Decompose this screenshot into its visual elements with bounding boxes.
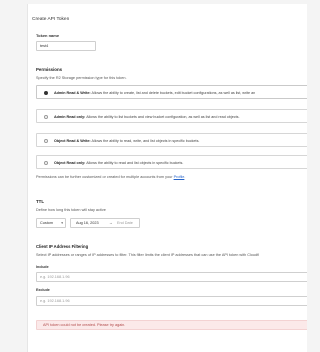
create-token-form: Create API Token Token name test4 Permis… bbox=[27, 4, 307, 352]
permissions-title: Permissions bbox=[36, 67, 63, 72]
include-ip-input[interactable]: e.g. 192.168.1.96 bbox=[36, 272, 307, 282]
ttl-title: TTL bbox=[36, 199, 45, 204]
ttl-description: Define how long this token will stay act… bbox=[36, 208, 106, 212]
chevron-down-icon: ▾ bbox=[61, 221, 63, 225]
permissions-footer-period: . bbox=[184, 175, 186, 179]
permission-option-text: Allows the ability to list buckets and v… bbox=[86, 114, 240, 119]
permission-option-text: Allows the ability to read and list obje… bbox=[86, 160, 184, 165]
permission-option-admin-read-write[interactable]: Admin Read & Write: Allows the ability t… bbox=[36, 85, 307, 99]
token-name-input[interactable]: test4 bbox=[36, 41, 96, 51]
radio-selected-icon[interactable] bbox=[44, 91, 48, 95]
ip-filter-description: Select IP addresses or ranges of IP addr… bbox=[36, 253, 260, 257]
permission-option-text: Allows the ability to create, list and d… bbox=[91, 90, 256, 95]
radio-icon[interactable] bbox=[44, 115, 48, 119]
page-title: Create API Token bbox=[32, 17, 70, 22]
ip-filter-title: Client IP Address Filtering bbox=[36, 244, 89, 249]
error-alert: API token could not be created. Please t… bbox=[36, 320, 307, 330]
include-label: Include bbox=[36, 265, 49, 269]
permissions-footer-text: Permissions can be further customized or… bbox=[36, 175, 173, 179]
permission-option-text: Allows the ability to read, write, and l… bbox=[91, 138, 200, 143]
permission-option-name: Object Read & Write: bbox=[54, 138, 91, 143]
permission-option-object-read-only[interactable]: Object Read only: Allows the ability to … bbox=[36, 155, 307, 169]
ttl-select-value: Custom bbox=[40, 221, 54, 225]
exclude-label: Exclude bbox=[36, 288, 50, 292]
radio-icon[interactable] bbox=[44, 139, 48, 143]
end-date-input[interactable]: End Date bbox=[117, 219, 133, 227]
permissions-footer: Permissions can be further customized or… bbox=[36, 175, 185, 179]
permission-option-object-read-write[interactable]: Object Read & Write: Allows the ability … bbox=[36, 133, 307, 147]
token-name-label: Token name bbox=[36, 33, 60, 38]
arrow-right-icon: → bbox=[109, 221, 113, 225]
start-date-input[interactable]: Aug 16, 2023 bbox=[76, 219, 99, 227]
permission-option-name: Object Read only: bbox=[54, 160, 86, 165]
radio-icon[interactable] bbox=[44, 161, 48, 165]
permission-option-name: Admin Read only: bbox=[54, 114, 86, 119]
date-range-picker[interactable]: Aug 16, 2023 → End Date bbox=[70, 218, 140, 228]
permission-option-name: Admin Read & Write: bbox=[54, 90, 91, 95]
ttl-select[interactable]: Custom ▾ bbox=[36, 218, 66, 228]
exclude-ip-input[interactable]: e.g. 192.168.1.96 bbox=[36, 296, 307, 306]
profile-link[interactable]: Profile bbox=[174, 175, 185, 179]
permission-option-admin-read-only[interactable]: Admin Read only: Allows the ability to l… bbox=[36, 109, 307, 123]
permissions-description: Specify the R2 Storage permission type f… bbox=[36, 76, 127, 80]
